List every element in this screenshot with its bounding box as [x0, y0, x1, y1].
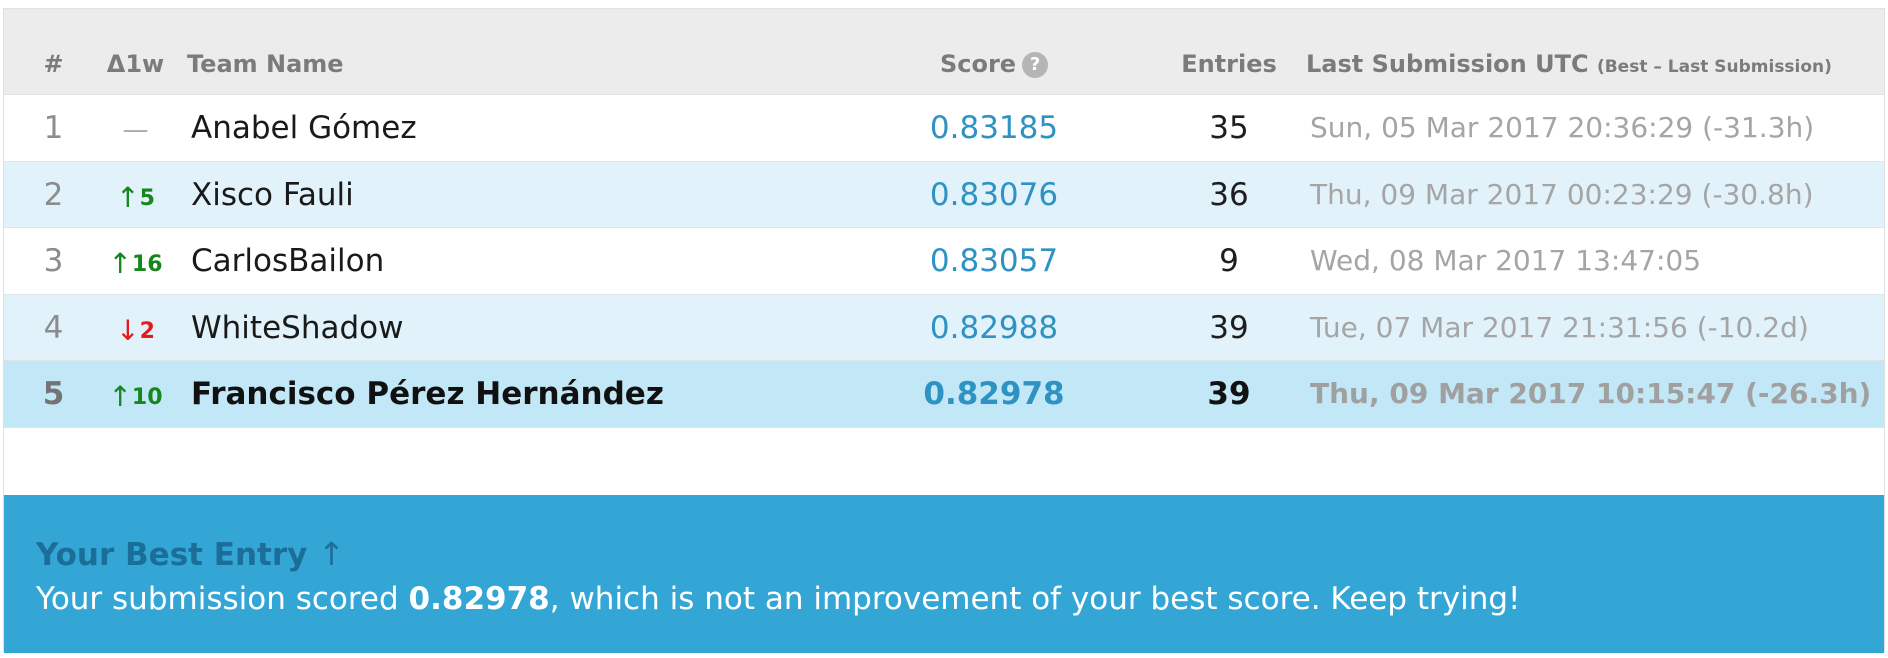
row-team-name[interactable]: Xisco Fauli — [191, 162, 871, 229]
row-delta: — — [97, 95, 174, 165]
header-rank[interactable]: # — [4, 49, 103, 79]
row-team-name[interactable]: Francisco Pérez Hernández — [191, 361, 871, 428]
row-score[interactable]: 0.83057 — [834, 228, 1154, 295]
header-score-label: Score — [939, 50, 1017, 78]
row-entries: 39 — [1207, 376, 1251, 412]
row-team-name[interactable]: Anabel Gómez — [191, 95, 871, 162]
rank-change-value: 5 — [139, 185, 155, 211]
row-delta: ↑5 — [97, 162, 174, 233]
row-delta: ↑16 — [97, 228, 174, 299]
rank-change-arrow-icon: ↑ — [108, 247, 132, 280]
rank-change-badge: ↑16 — [108, 247, 163, 280]
rank-change-arrow-icon: ↑ — [116, 180, 140, 214]
row-entries: 9 — [1219, 243, 1239, 279]
row-entries: 39 — [1209, 309, 1249, 346]
row-score[interactable]: 0.82978 — [834, 361, 1154, 428]
header-score[interactable]: Score? — [834, 49, 1154, 79]
leaderboard-row[interactable]: 2 ↑5 Xisco Fauli 0.83076 36 Thu, 09 Mar … — [4, 161, 1884, 229]
leaderboard-row[interactable]: 5 ↑10 Francisco Pérez Hernández 0.82978 … — [4, 361, 1884, 428]
row-rank: 3 — [43, 243, 64, 279]
rank-change-value: 10 — [131, 385, 163, 410]
row-score[interactable]: 0.82988 — [834, 295, 1154, 362]
row-last-submission: Sun, 05 Mar 2017 20:36:29 (-31.3h) — [1310, 111, 1815, 144]
row-score[interactable]: 0.83185 — [834, 95, 1154, 162]
header-last-submission[interactable]: Last Submission UTC (Best – Last Submiss… — [1306, 49, 1878, 82]
rank-change-value: 2 — [139, 318, 155, 344]
best-entry-banner: Your Best Entry ↑ Your submission scored… — [4, 495, 1884, 653]
rank-change-value: 16 — [131, 252, 163, 277]
row-team-name[interactable]: CarlosBailon — [191, 228, 871, 295]
row-rank: 4 — [43, 309, 64, 346]
leaderboard-row[interactable]: 3 ↑16 CarlosBailon 0.83057 9 Wed, 08 Mar… — [4, 228, 1884, 295]
banner-message: Your submission scored 0.82978, which is… — [36, 581, 1520, 617]
help-circle-icon[interactable]: ? — [1022, 52, 1049, 78]
banner-title-text: Your Best Entry — [36, 537, 308, 573]
banner-title: Your Best Entry ↑ — [36, 535, 345, 573]
header-last-label: Last Submission UTC — [1306, 50, 1589, 78]
row-delta: ↑10 — [97, 361, 174, 432]
header-entries[interactable]: Entries — [1179, 49, 1279, 79]
banner-msg-score: 0.82978 — [408, 581, 550, 617]
header-team-name[interactable]: Team Name — [187, 49, 867, 79]
row-entries: 35 — [1209, 110, 1249, 146]
row-team-name[interactable]: WhiteShadow — [191, 295, 871, 362]
rank-change-badge: — — [123, 115, 149, 145]
row-entries: 36 — [1209, 176, 1249, 213]
row-last-submission: Thu, 09 Mar 2017 00:23:29 (-30.8h) — [1310, 177, 1814, 211]
rank-change-value: — — [122, 115, 149, 145]
leaderboard-row[interactable]: 4 ↓2 WhiteShadow 0.82988 39 Tue, 07 Mar … — [4, 294, 1884, 362]
row-rank: 1 — [43, 110, 64, 146]
leaderboard-header: # Δ1w Team Name Score? Entries Last Subm… — [4, 9, 1884, 95]
leaderboard-row[interactable]: 1 — Anabel Gómez 0.83185 35 Sun, 05 Mar … — [4, 95, 1884, 162]
rank-change-badge: ↑5 — [116, 181, 155, 214]
banner-msg-before: Your submission scored — [36, 581, 409, 617]
leaderboard: # Δ1w Team Name Score? Entries Last Subm… — [3, 8, 1885, 653]
row-last-submission: Thu, 09 Mar 2017 10:15:47 (-26.3h) — [1310, 377, 1872, 410]
row-last-submission: Tue, 07 Mar 2017 21:31:56 (-10.2d) — [1310, 310, 1809, 344]
row-score[interactable]: 0.83076 — [834, 162, 1154, 229]
header-last-note: (Best – Last Submission) — [1596, 57, 1832, 77]
row-rank: 2 — [43, 176, 64, 213]
rank-change-arrow-icon: ↑ — [108, 380, 132, 413]
arrow-up-icon: ↑ — [318, 535, 345, 573]
banner-msg-after: , which is not an improvement of your be… — [549, 581, 1521, 617]
rank-change-badge: ↑10 — [108, 380, 163, 413]
rank-change-badge: ↓2 — [116, 314, 155, 347]
row-rank: 5 — [42, 376, 65, 412]
row-delta: ↓2 — [97, 295, 174, 366]
row-last-submission: Wed, 08 Mar 2017 13:47:05 — [1310, 244, 1702, 277]
header-delta-1w[interactable]: Δ1w — [97, 49, 174, 79]
rank-change-arrow-icon: ↓ — [116, 313, 140, 347]
